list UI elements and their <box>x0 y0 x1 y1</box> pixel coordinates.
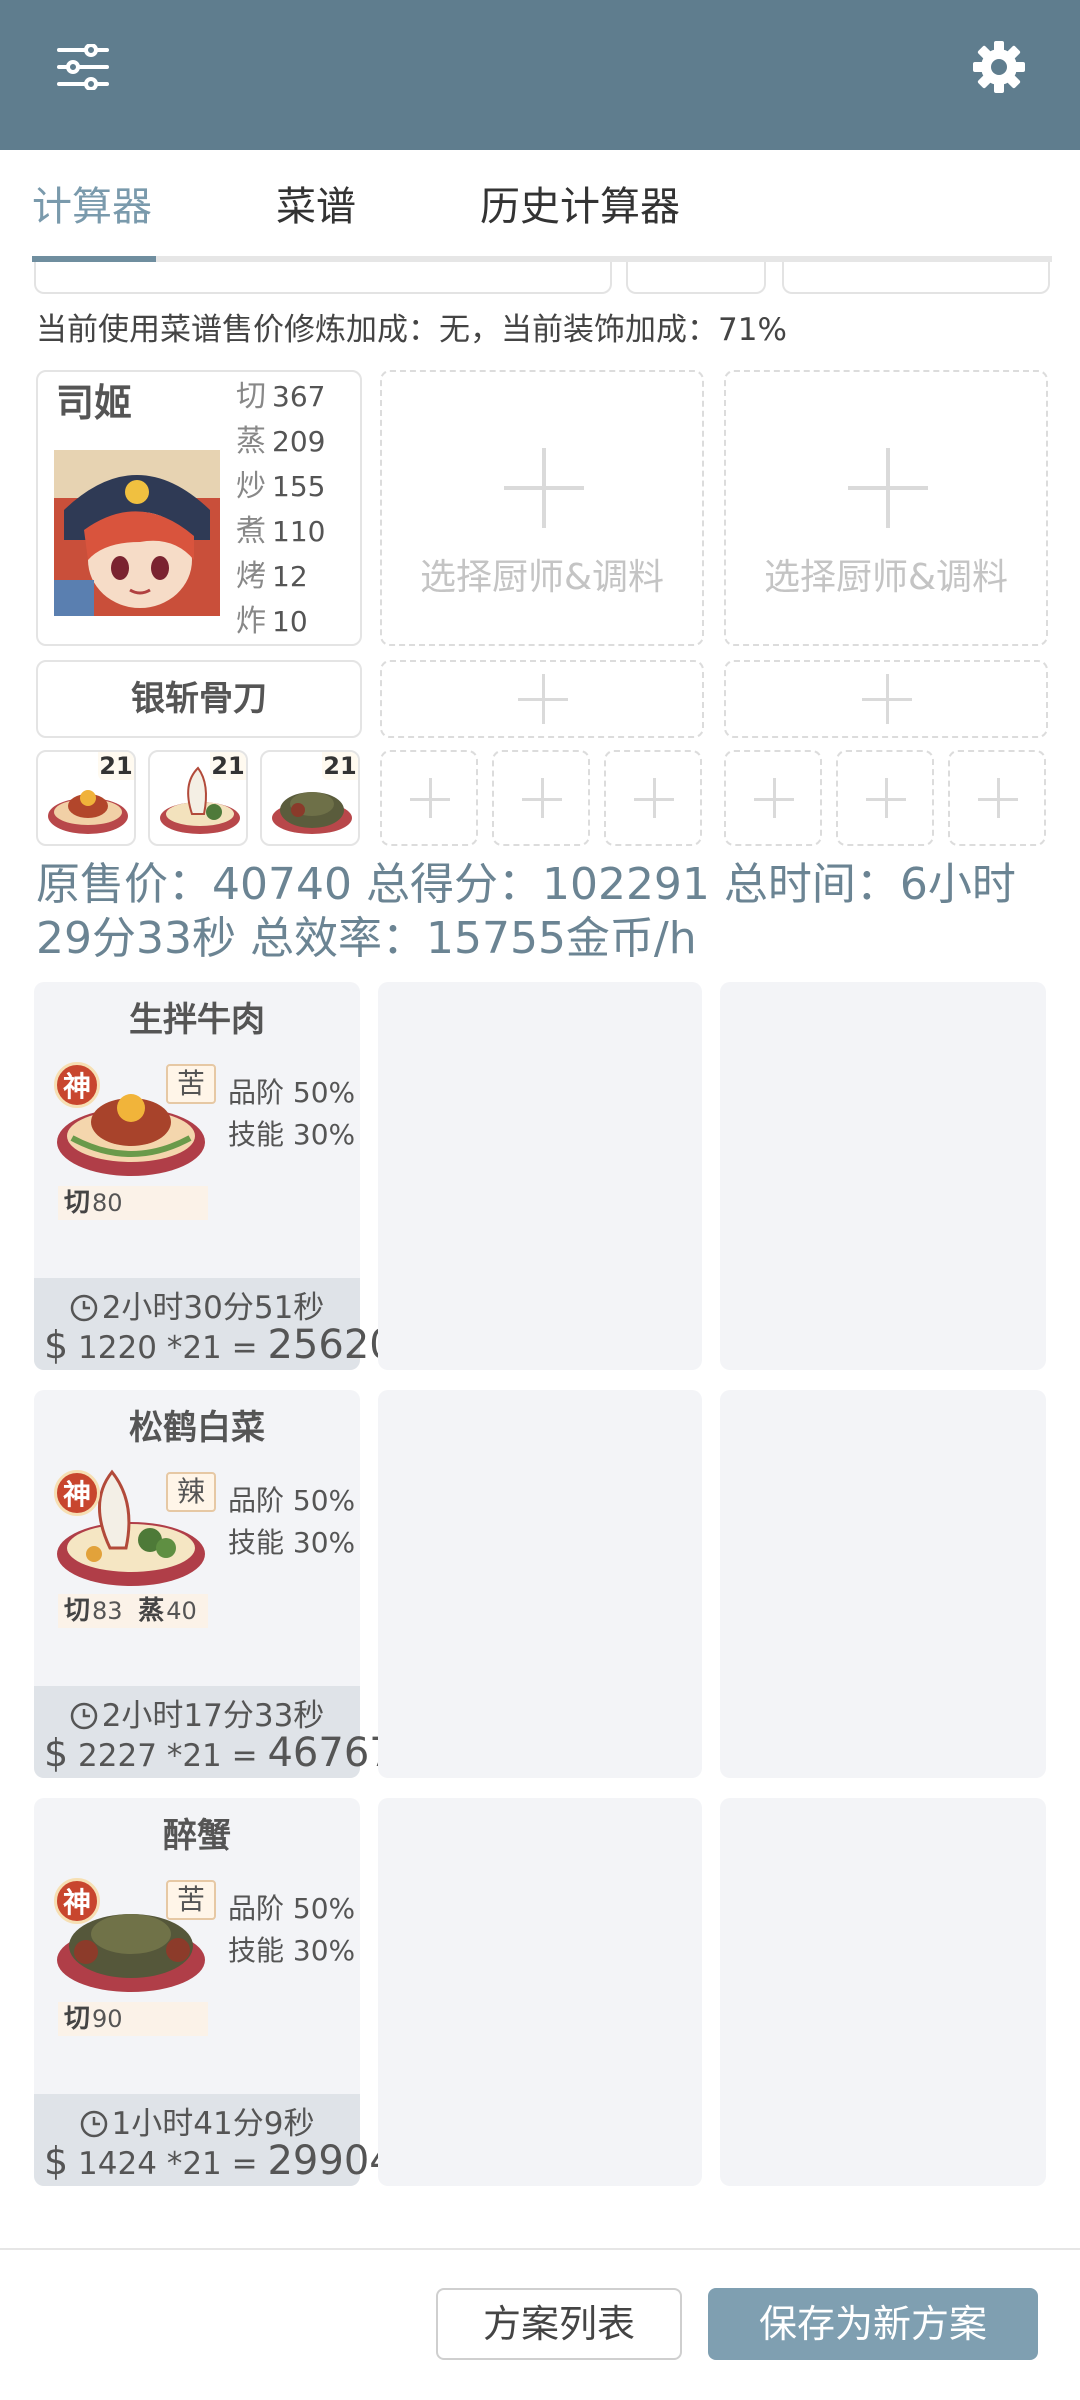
chef-avatar <box>54 450 220 616</box>
skill-requirements: 切83 蒸40 <box>58 1594 208 1628</box>
scrolled-field[interactable] <box>782 262 1050 294</box>
cook-time: 1小时41分9秒 <box>34 2098 360 2143</box>
plus-icon <box>542 448 546 528</box>
settings-button[interactable] <box>954 22 1044 112</box>
dish-name: 醉蟹 <box>163 1816 231 1856</box>
plus-icon <box>542 674 545 724</box>
chef-slot-3[interactable]: 选择厨师&调料 <box>724 370 1048 646</box>
equipment-slot-empty[interactable] <box>380 660 704 738</box>
tab-calculator[interactable]: 计算器 <box>32 172 152 242</box>
empty-result-card <box>378 1390 702 1778</box>
recipe-slot-2[interactable]: 21 <box>148 750 248 846</box>
recipe-slot-empty[interactable] <box>836 750 934 846</box>
flavor-tag: 苦 <box>166 1064 216 1104</box>
chef-name: 司姬 <box>56 381 133 425</box>
recipe-footer: 1小时41分9秒 $ 1424 *21 = 29904 <box>34 2094 395 2186</box>
select-chef-label: 选择厨师&调料 <box>763 557 1009 598</box>
empty-result-card <box>720 1798 1046 2186</box>
quantity-badge: 21 <box>322 752 358 780</box>
divine-rank-badge: 神 <box>54 1062 100 1108</box>
recipe-result-card[interactable]: 松鹤白菜 神 辣 品阶 50% 技能 30% 切83 蒸40 2小时17分33秒… <box>34 1390 395 1778</box>
tab-history-calculator[interactable]: 历史计算器 <box>480 172 680 242</box>
recipe-slot-empty[interactable] <box>948 750 1046 846</box>
bonus-info-text: 当前使用菜谱售价修炼加成：无，当前装饰加成：71% <box>36 312 787 348</box>
flavor-tag: 苦 <box>166 1880 216 1920</box>
skill-bonus: 技能 30% <box>228 1934 356 1967</box>
empty-result-card <box>378 1798 702 2186</box>
plus-icon <box>429 778 432 818</box>
skill-bonus: 技能 30% <box>228 1118 356 1151</box>
divine-rank-badge: 神 <box>54 1878 100 1924</box>
skill-bonus: 技能 30% <box>228 1526 356 1559</box>
equipment-slot[interactable]: 银斩骨刀 <box>36 660 362 738</box>
empty-result-card <box>720 982 1046 1370</box>
skill-requirements: 切80 <box>58 1186 208 1220</box>
skill-requirements: 切90 <box>58 2002 208 2036</box>
recipe-result-card[interactable]: 醉蟹 神 苦 品阶 50% 技能 30% 切90 1小时41分9秒 $ 1424… <box>34 1798 395 2186</box>
flavor-tag: 辣 <box>166 1472 216 1512</box>
price-calc: $ 1424 *21 = 29904 <box>44 2138 395 2184</box>
price-calc: $ 1220 *21 = 25620 <box>44 1322 395 1368</box>
scrolled-field[interactable] <box>34 262 612 294</box>
price-calc: $ 2227 *21 = 46767 <box>44 1730 395 1776</box>
dish-name: 生拌牛肉 <box>129 1000 265 1040</box>
recipe-slot-empty[interactable] <box>380 750 478 846</box>
grade-bonus: 品阶 50% <box>228 1892 356 1925</box>
app-bar <box>0 0 1080 150</box>
tab-recipes[interactable]: 菜谱 <box>276 172 356 242</box>
quantity-badge: 21 <box>210 752 246 780</box>
quantity-badge: 21 <box>98 752 134 780</box>
equipment-slot-empty[interactable] <box>724 660 1048 738</box>
chef-slot-2[interactable]: 选择厨师&调料 <box>380 370 704 646</box>
save-new-plan-button[interactable]: 保存为新方案 <box>708 2288 1038 2360</box>
cook-time: 2小时17分33秒 <box>34 1690 360 1735</box>
chef-stat-roast: 烤 12 <box>236 559 308 594</box>
empty-result-card <box>720 1390 1046 1778</box>
recipe-slot-empty[interactable] <box>492 750 590 846</box>
grade-bonus: 品阶 50% <box>228 1484 356 1517</box>
chef-stat-fry: 炸 10 <box>236 604 308 639</box>
scrolled-field[interactable] <box>626 262 766 294</box>
plus-icon <box>541 778 544 818</box>
recipe-slot-empty[interactable] <box>604 750 702 846</box>
dish-name: 松鹤白菜 <box>129 1408 265 1448</box>
plus-icon <box>885 778 888 818</box>
divine-rank-badge: 神 <box>54 1470 100 1516</box>
chef-stat-boil: 煮 110 <box>236 514 326 549</box>
plus-icon <box>997 778 1000 818</box>
filter-menu-button[interactable] <box>38 22 128 112</box>
recipe-slot-3[interactable]: 21 <box>260 750 360 846</box>
clock-icon <box>70 1702 97 1730</box>
plus-icon <box>886 674 889 724</box>
plus-icon <box>653 778 656 818</box>
chef-stat-steam: 蒸 209 <box>236 424 326 459</box>
plus-icon <box>886 448 890 528</box>
cook-time: 2小时30分51秒 <box>34 1282 360 1327</box>
recipe-result-card[interactable]: 生拌牛肉 神 苦 品阶 50% 技能 30% 切80 2小时30分51秒 $ 1… <box>34 982 395 1370</box>
sliders-icon <box>57 44 109 90</box>
summary-totals: 原售价：40740 总得分：102291 总时间：6小时29分33秒 总效率：1… <box>36 859 1016 964</box>
clock-icon <box>80 2110 107 2138</box>
chef-stat-stirfry: 炒 155 <box>236 469 326 504</box>
plus-icon <box>773 778 776 818</box>
recipe-footer: 2小时30分51秒 $ 1220 *21 = 25620 <box>34 1278 395 1370</box>
select-chef-label: 选择厨师&调料 <box>419 557 665 598</box>
grade-bonus: 品阶 50% <box>228 1076 356 1109</box>
plan-list-button[interactable]: 方案列表 <box>436 2288 682 2360</box>
gear-icon <box>973 41 1025 93</box>
recipe-footer: 2小时17分33秒 $ 2227 *21 = 46767 <box>34 1686 395 1778</box>
recipe-slot-1[interactable]: 21 <box>36 750 136 846</box>
chef-stat-cut: 切 367 <box>236 379 326 414</box>
clock-icon <box>70 1294 97 1322</box>
empty-result-card <box>378 982 702 1370</box>
recipe-slot-empty[interactable] <box>724 750 822 846</box>
